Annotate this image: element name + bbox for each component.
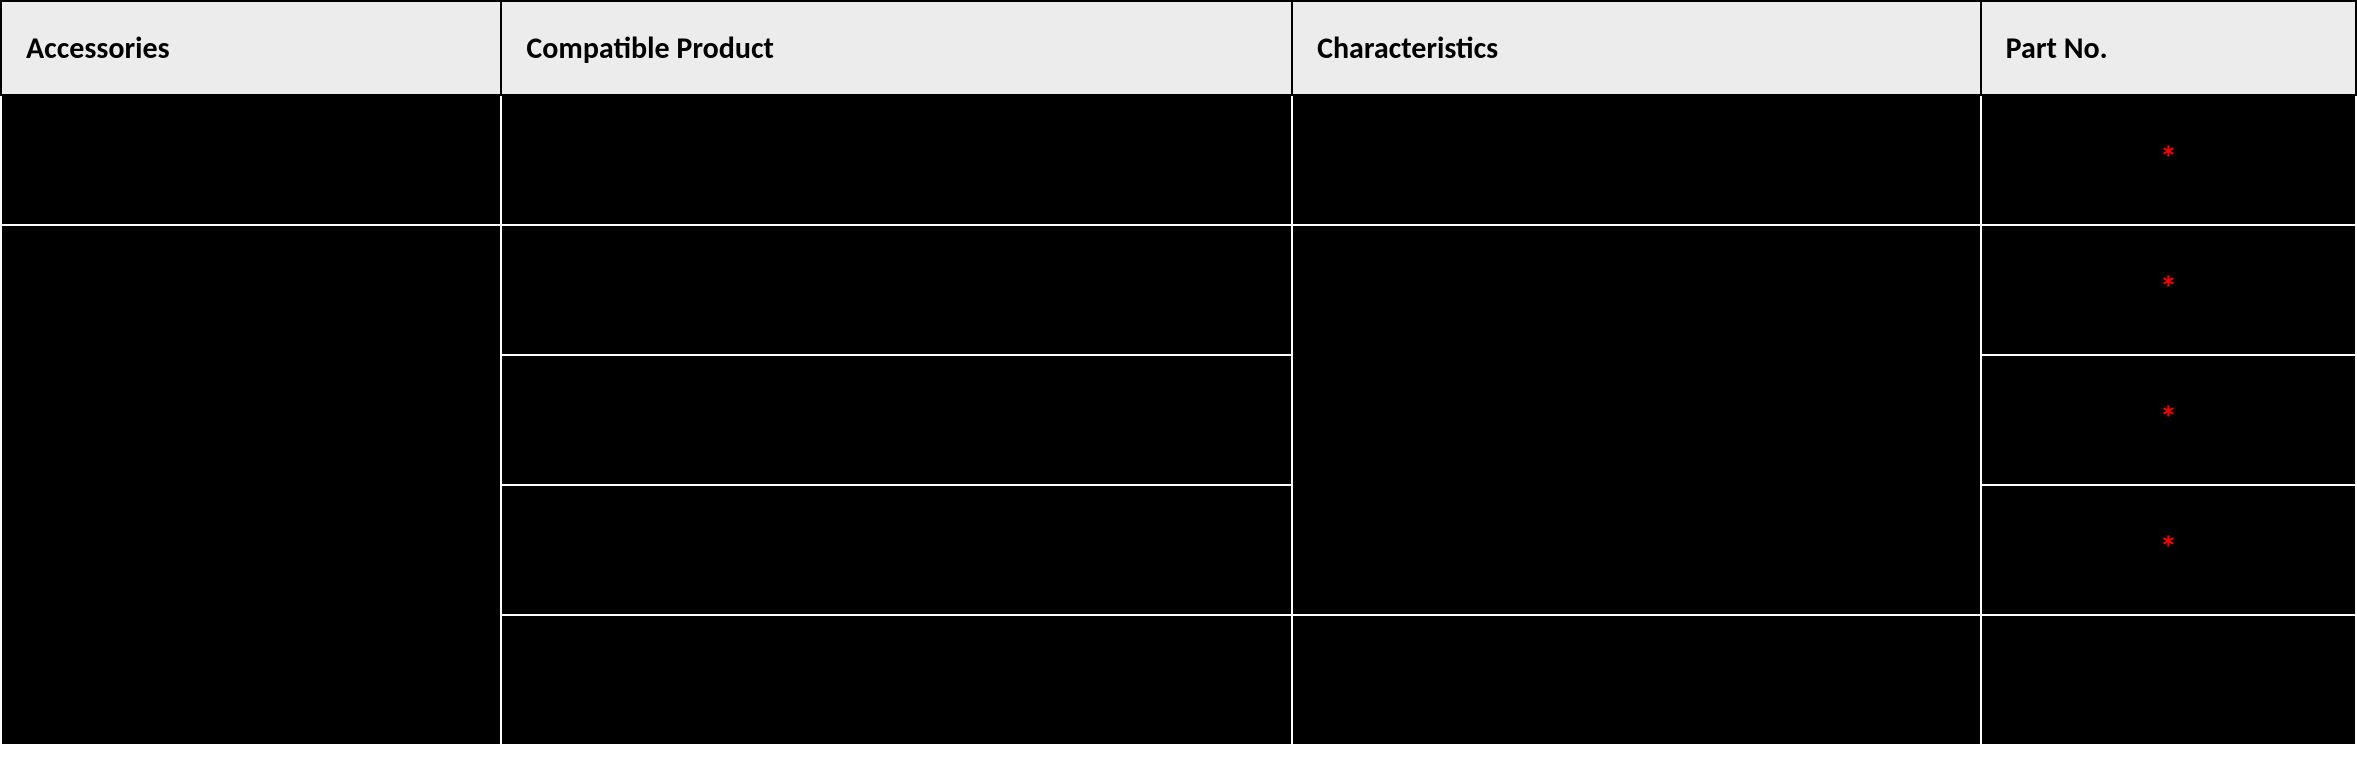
table-header-row: Accessories Compatible Product Character… — [1, 1, 2356, 95]
asterisk-icon: * — [2160, 273, 2177, 307]
asterisk-icon: * — [2160, 533, 2177, 567]
cell-characteristics — [1292, 615, 1981, 745]
accessories-table: Accessories Compatible Product Character… — [0, 0, 2357, 746]
page: Accessories Compatible Product Character… — [0, 0, 2357, 762]
col-header-accessories: Accessories — [1, 1, 501, 95]
cell-compatible-product — [501, 225, 1292, 355]
cell-part-no: * — [1981, 225, 2356, 355]
cell-part-no: * — [1981, 485, 2356, 615]
cell-part-no: * — [1981, 355, 2356, 485]
cell-characteristics — [1292, 225, 1981, 615]
cell-accessories — [1, 95, 501, 225]
col-header-characteristics: Characteristics — [1292, 1, 1981, 95]
cell-compatible-product — [501, 615, 1292, 745]
cell-characteristics — [1292, 95, 1981, 225]
cell-accessories — [1, 225, 501, 745]
col-header-part-no: Part No. — [1981, 1, 2356, 95]
table-row: * — [1, 225, 2356, 355]
col-header-compatible-product: Compatible Product — [501, 1, 1292, 95]
cell-compatible-product — [501, 485, 1292, 615]
cell-compatible-product — [501, 355, 1292, 485]
cell-compatible-product — [501, 95, 1292, 225]
cell-part-no — [1981, 615, 2356, 745]
asterisk-icon: * — [2160, 403, 2177, 437]
asterisk-icon: * — [2160, 143, 2177, 177]
table-row: * — [1, 95, 2356, 225]
cell-part-no: * — [1981, 95, 2356, 225]
